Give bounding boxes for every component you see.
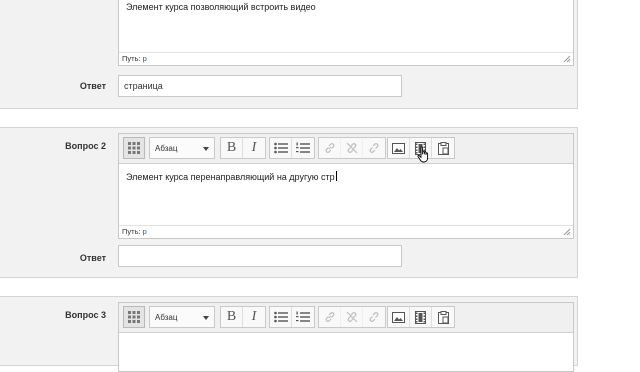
- bold-button[interactable]: B: [221, 307, 243, 327]
- question-2-text-area[interactable]: Элемент курса перенаправляющий на другую…: [126, 171, 337, 182]
- numbered-list-button[interactable]: [292, 138, 314, 158]
- question-2-label: Вопрос 2: [65, 141, 106, 151]
- list-group: [269, 137, 315, 159]
- format-select[interactable]: Абзац: [149, 306, 215, 328]
- media-group: [387, 306, 455, 328]
- anchor-button[interactable]: [363, 307, 385, 327]
- manage-files-button[interactable]: [432, 138, 454, 158]
- insert-image-button[interactable]: [388, 138, 410, 158]
- question-2-text: Элемент курса перенаправляющий на другую…: [126, 172, 335, 182]
- anchor-link-icon: [369, 312, 379, 322]
- question-2-answer-input[interactable]: [118, 245, 402, 267]
- question-2-panel: Вопрос 2 Абзац B I Элемент курса перенап…: [0, 127, 578, 278]
- numbered-list-button[interactable]: [292, 307, 314, 327]
- toolbar-toggle-button[interactable]: [123, 137, 145, 159]
- grid-icon: [128, 142, 140, 154]
- question-1-editor[interactable]: Элемент курса позволяющий встроить видео…: [118, 0, 574, 66]
- bullet-list-icon: [273, 311, 288, 323]
- link-button[interactable]: [319, 138, 341, 158]
- question-2-answer-label: Ответ: [79, 253, 106, 263]
- text-style-group: B I: [220, 137, 266, 159]
- italic-button[interactable]: I: [243, 138, 265, 158]
- link-icon: [325, 312, 334, 322]
- insert-image-button[interactable]: [388, 307, 410, 327]
- format-select-value: Абзац: [155, 144, 178, 153]
- question-2-path-bar: Путь: p: [119, 225, 573, 238]
- insert-media-button[interactable]: [410, 307, 432, 327]
- question-1-answer-input[interactable]: страница: [118, 75, 402, 97]
- list-group: [269, 306, 315, 328]
- numbered-list-icon: [296, 311, 310, 322]
- question-2-editor: Абзац B I Элемент курса перенаправляющий…: [118, 133, 574, 239]
- chevron-down-icon: [203, 316, 209, 320]
- italic-button[interactable]: I: [243, 307, 265, 327]
- bold-icon: B: [226, 140, 237, 155]
- link-group: [318, 306, 386, 328]
- film-icon: [415, 310, 426, 324]
- unlink-button[interactable]: [341, 138, 363, 158]
- path-value-link[interactable]: p: [143, 54, 147, 63]
- clipboard-icon: [437, 310, 449, 324]
- italic-icon: I: [251, 309, 257, 324]
- text-caret: [335, 171, 337, 181]
- unlink-button[interactable]: [341, 307, 363, 327]
- toolbar-toggle-button[interactable]: [123, 306, 145, 328]
- resize-grip-icon[interactable]: [563, 228, 571, 236]
- format-select[interactable]: Абзац: [149, 137, 215, 159]
- question-3-panel: Вопрос 3 Абзац B I: [0, 296, 578, 372]
- question-1-path-bar: Путь: p: [119, 52, 573, 65]
- editor-toolbar: Абзац B I: [119, 134, 573, 164]
- numbered-list-icon: [296, 142, 310, 153]
- bullet-list-button[interactable]: [270, 138, 292, 158]
- question-3-label: Вопрос 3: [65, 310, 106, 320]
- path-value-link[interactable]: p: [143, 227, 147, 236]
- question-1-panel: Элемент курса позволяющий встроить видео…: [0, 0, 578, 109]
- resize-grip-icon[interactable]: [563, 55, 571, 63]
- editor-toolbar: Абзац B I: [119, 303, 573, 333]
- bold-icon: B: [226, 309, 237, 324]
- link-icon: [325, 143, 334, 153]
- unlink-icon: [346, 142, 357, 154]
- link-group: [318, 137, 386, 159]
- question-1-text[interactable]: Элемент курса позволяющий встроить видео: [126, 2, 316, 12]
- bold-button[interactable]: B: [221, 138, 243, 158]
- anchor-button[interactable]: [363, 138, 385, 158]
- anchor-link-icon: [369, 143, 379, 153]
- link-button[interactable]: [319, 307, 341, 327]
- path-label: Путь:: [122, 227, 141, 236]
- hand-pointer-cursor-icon: [417, 146, 429, 163]
- grid-icon: [128, 311, 140, 323]
- path-label: Путь:: [122, 54, 141, 63]
- unlink-icon: [346, 311, 357, 323]
- bullet-list-button[interactable]: [270, 307, 292, 327]
- manage-files-button[interactable]: [432, 307, 454, 327]
- chevron-down-icon: [203, 147, 209, 151]
- question-1-answer-label: Ответ: [79, 81, 106, 91]
- clipboard-icon: [437, 141, 449, 155]
- format-select-value: Абзац: [155, 313, 178, 322]
- question-3-editor: Абзац B I: [118, 302, 574, 372]
- text-style-group: B I: [220, 306, 266, 328]
- image-icon: [392, 142, 405, 154]
- italic-icon: I: [251, 140, 257, 155]
- image-icon: [392, 311, 405, 323]
- bullet-list-icon: [273, 142, 288, 154]
